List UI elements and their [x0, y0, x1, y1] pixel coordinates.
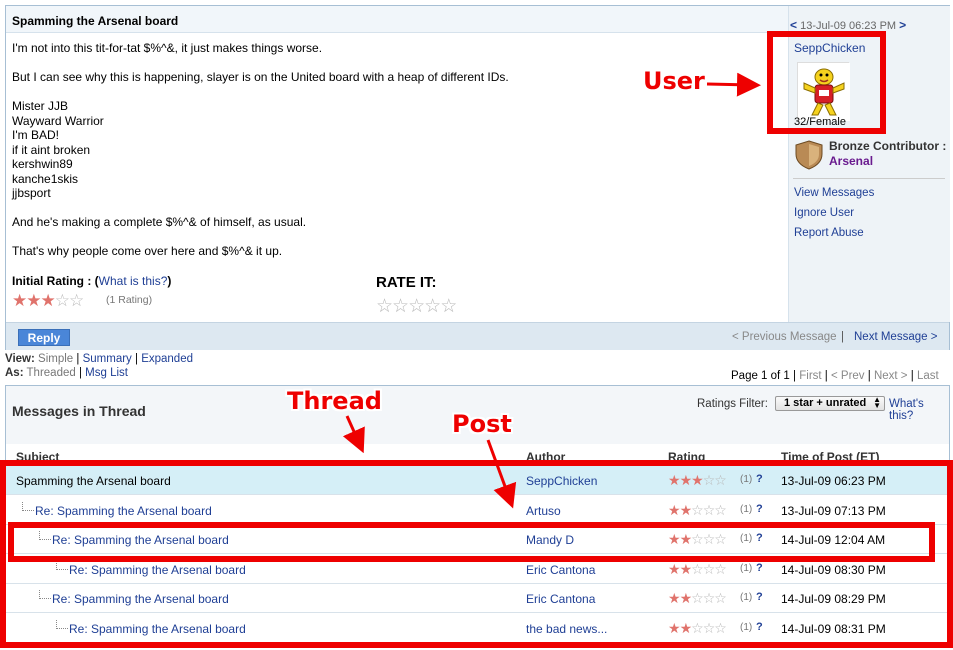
thread-arrow — [342, 415, 365, 454]
user-arrow — [706, 72, 761, 97]
annotation-arrows — [342, 72, 761, 509]
post-arrow — [486, 439, 517, 509]
